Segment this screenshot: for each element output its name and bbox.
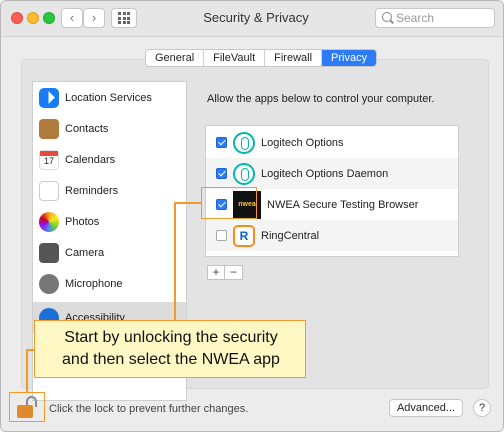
search-placeholder: Search	[396, 11, 435, 25]
app-row-logitech-options-daemon[interactable]: Logitech Options Daemon	[206, 158, 458, 189]
logitech-icon	[233, 162, 255, 185]
app-checkbox[interactable]	[216, 230, 227, 241]
app-checkbox[interactable]	[216, 137, 227, 148]
lock-status-text: Click the lock to prevent further change…	[49, 403, 249, 415]
location-icon	[39, 87, 59, 108]
sidebar-item-contacts[interactable]: Contacts	[33, 113, 186, 144]
app-row-ringcentral[interactable]: R RingCentral	[206, 220, 458, 251]
camera-icon	[39, 242, 59, 263]
remove-app-button[interactable]: −	[225, 265, 243, 280]
sidebar-item-label: Calendars	[65, 153, 116, 166]
sidebar-item-location-services[interactable]: Location Services	[33, 82, 186, 113]
app-name: Logitech Options	[261, 136, 344, 149]
photos-icon	[39, 211, 59, 232]
tab-general[interactable]: General	[146, 50, 205, 66]
minimize-window-button[interactable]	[27, 12, 39, 24]
app-row-logitech-options[interactable]: Logitech Options	[206, 127, 458, 158]
add-remove-controls: + −	[207, 265, 243, 280]
app-name: Logitech Options Daemon	[261, 167, 389, 180]
help-button[interactable]: ?	[473, 399, 491, 417]
forward-button[interactable]: ›	[83, 8, 105, 28]
sidebar-item-label: Microphone	[65, 277, 123, 290]
search-icon	[382, 12, 392, 22]
sidebar-item-photos[interactable]: Photos	[33, 206, 186, 237]
tab-filevault[interactable]: FileVault	[204, 50, 266, 66]
callout-connector	[26, 349, 28, 392]
app-name: RingCentral	[261, 229, 320, 242]
calendar-icon: 17	[39, 149, 59, 170]
lock-highlight-box	[9, 392, 45, 422]
microphone-icon	[39, 273, 59, 294]
callout-line-1: Start by unlocking the security	[64, 329, 278, 346]
ringcentral-icon: R	[233, 224, 255, 247]
sidebar-item-camera[interactable]: Camera	[33, 237, 186, 268]
search-input[interactable]: Search	[375, 8, 495, 28]
sidebar-item-label: Contacts	[65, 122, 109, 135]
callout-connector	[26, 349, 34, 351]
advanced-button[interactable]: Advanced...	[389, 399, 463, 417]
tab-privacy[interactable]: Privacy	[322, 50, 377, 66]
app-checkbox[interactable]	[216, 168, 227, 179]
back-button[interactable]: ‹	[61, 8, 83, 28]
tab-bar: General FileVault Firewall Privacy	[145, 49, 378, 67]
sidebar-item-label: Photos	[65, 215, 100, 228]
zoom-window-button[interactable]	[43, 12, 55, 24]
show-all-grid-button[interactable]	[111, 8, 137, 28]
contacts-icon	[39, 118, 59, 139]
calendar-badge: 17	[43, 155, 54, 166]
logitech-icon	[233, 131, 255, 154]
callout-connector	[174, 202, 201, 204]
sidebar-item-microphone[interactable]: Microphone	[33, 268, 186, 299]
grid-icon	[118, 12, 121, 15]
sidebar-item-label: Camera	[65, 246, 105, 259]
title-bar: ‹ › Security & Privacy Search	[1, 1, 503, 37]
add-app-button[interactable]: +	[207, 265, 225, 280]
window-title: Security & Privacy	[203, 10, 309, 25]
callout-connector	[174, 202, 176, 320]
instruction-callout: Start by unlocking the security and then…	[34, 320, 306, 378]
reminders-icon	[39, 180, 59, 201]
app-name: NWEA Secure Testing Browser	[267, 198, 419, 211]
sidebar-item-calendars[interactable]: 17 Calendars	[33, 144, 186, 175]
nwea-highlight-box	[201, 187, 257, 219]
close-window-button[interactable]	[11, 12, 23, 24]
sidebar-item-label: Location Services	[65, 91, 152, 104]
callout-line-2: and then select the NWEA app	[62, 351, 280, 368]
sidebar-item-reminders[interactable]: Reminders	[33, 175, 186, 206]
accessibility-description: Allow the apps below to control your com…	[207, 93, 435, 105]
sidebar-item-label: Reminders	[65, 184, 119, 197]
tab-firewall[interactable]: Firewall	[265, 50, 323, 66]
